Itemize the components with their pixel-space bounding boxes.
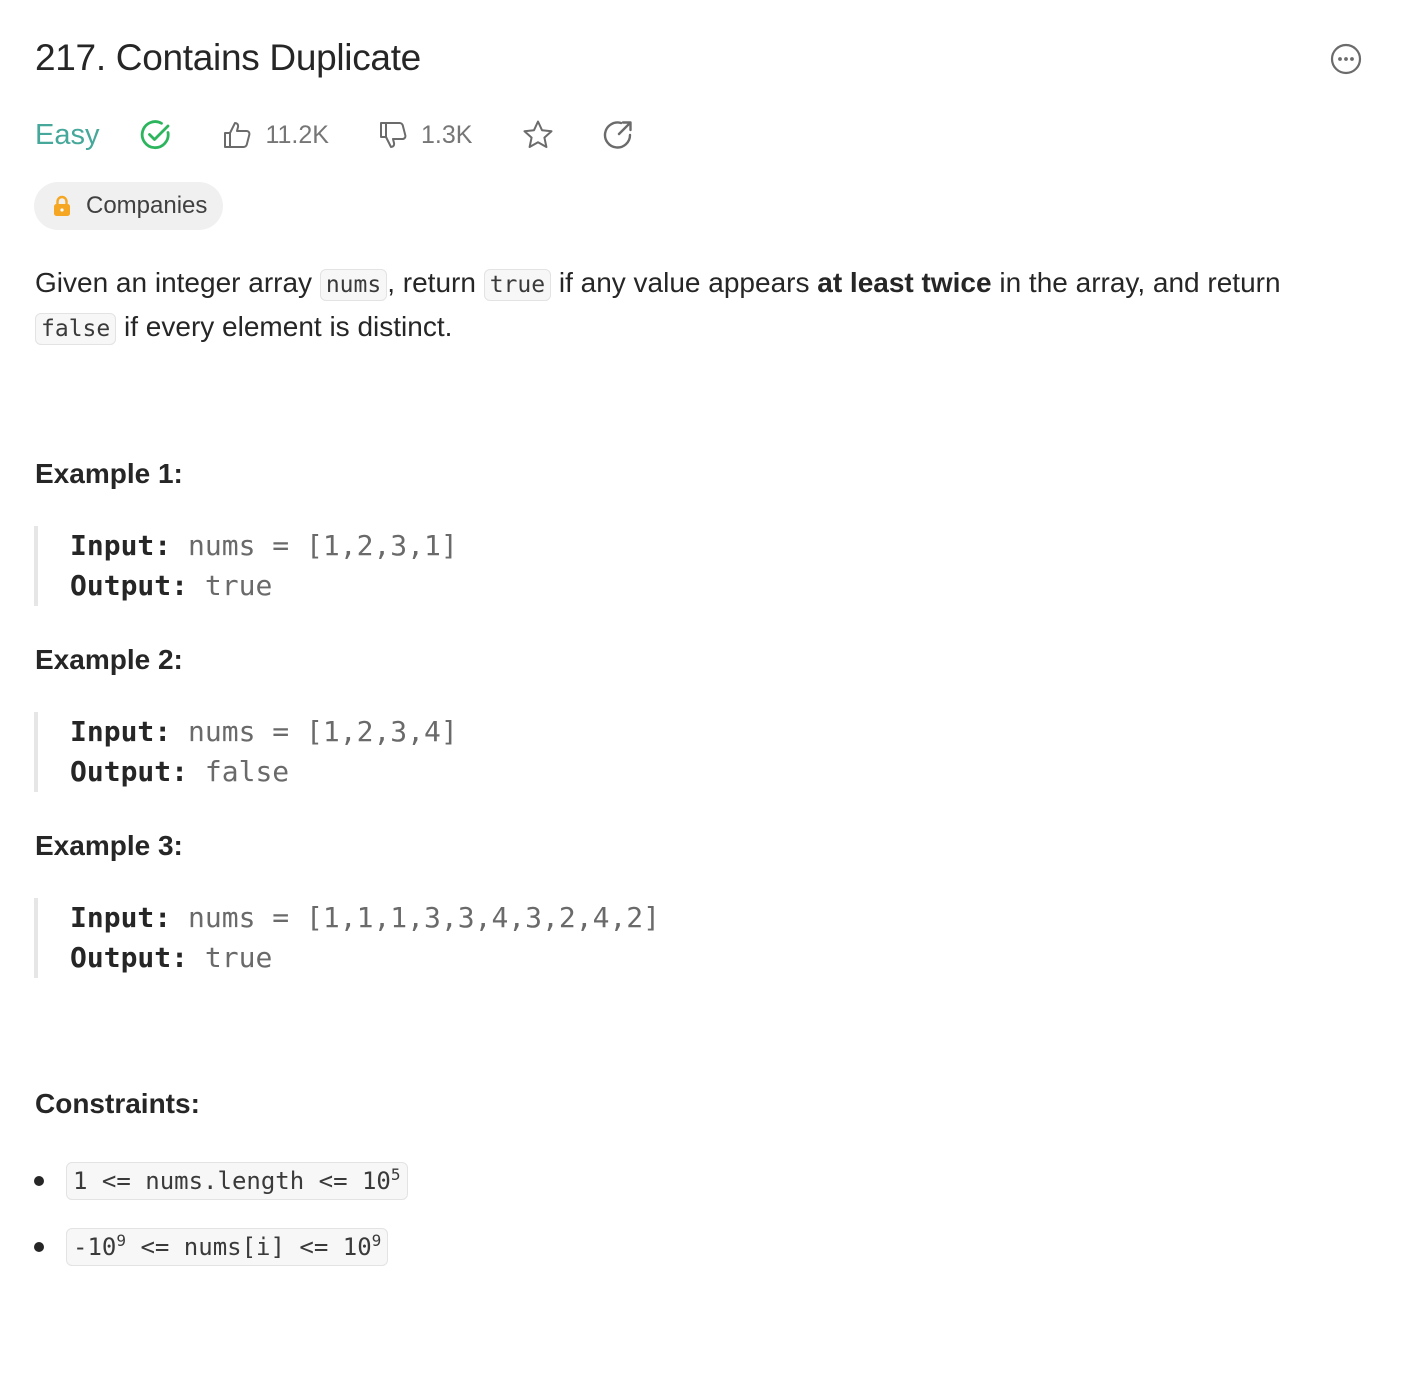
- output-label: Output:: [70, 755, 189, 788]
- constraint-text: <= nums[i] <= 10: [126, 1233, 372, 1261]
- output-value: true: [204, 569, 273, 602]
- solved-indicator: [139, 117, 175, 153]
- constraint-item: -109 <= nums[i] <= 109: [34, 1228, 389, 1266]
- input-value: nums = [1,2,3,1]: [188, 529, 458, 562]
- description-text: , return: [387, 267, 484, 298]
- difficulty-badge: Easy: [35, 118, 100, 151]
- constraint-code: -109 <= nums[i] <= 109: [66, 1228, 389, 1266]
- output-value: true: [204, 941, 273, 974]
- description-text: Given an integer array: [35, 267, 320, 298]
- example-title: Example 3:: [35, 830, 183, 861]
- problem-description: Given an integer array nums, return true…: [35, 262, 1375, 350]
- header: 217. Contains Duplicate: [35, 34, 1375, 82]
- example-title: Example 1:: [35, 458, 183, 489]
- dislike-button[interactable]: 1.3K: [377, 119, 472, 151]
- meta-row: Easy 11.2K 1.3K: [35, 112, 680, 158]
- dislike-count: 1.3K: [420, 120, 473, 149]
- favorite-button[interactable]: [520, 117, 556, 153]
- like-button[interactable]: 11.2K: [221, 119, 329, 151]
- example-title: Example 2:: [35, 644, 183, 675]
- example-block: Input: nums = [1,1,1,3,3,4,3,2,4,2] Outp…: [34, 898, 660, 978]
- example-block: Input: nums = [1,2,3,4] Output: false: [34, 712, 458, 792]
- bullet: [34, 1176, 44, 1186]
- exponent: 9: [116, 1231, 126, 1250]
- input-label: Input:: [70, 901, 172, 934]
- bullet: [34, 1242, 44, 1252]
- description-text: if any value appears: [551, 267, 818, 298]
- lock-icon: [54, 195, 70, 216]
- star-icon: [523, 120, 553, 148]
- share-button[interactable]: [600, 117, 636, 153]
- companies-tag[interactable]: Companies: [34, 182, 224, 230]
- emphasis-text: at least twice: [817, 267, 992, 298]
- inline-code: false: [35, 313, 117, 345]
- input-value: nums = [1,1,1,3,3,4,3,2,4,2]: [188, 901, 661, 934]
- input-value: nums = [1,2,3,4]: [188, 715, 458, 748]
- page-title: 217. Contains Duplicate: [35, 37, 421, 78]
- example-block: Input: nums = [1,2,3,1] Output: true: [34, 526, 458, 606]
- constraint-text: -10: [73, 1233, 117, 1261]
- thumbs-up-icon: [224, 122, 251, 148]
- output-label: Output:: [70, 569, 189, 602]
- like-count: 11.2K: [265, 120, 329, 149]
- description-text: if every element is distinct.: [116, 311, 453, 342]
- constraints-title: Constraints:: [35, 1088, 200, 1119]
- companies-label: Companies: [86, 192, 208, 219]
- description-text: in the array, and return: [991, 267, 1281, 298]
- constraint-text: 1 <= nums.length <= 10: [73, 1167, 391, 1195]
- constraint-item: 1 <= nums.length <= 105: [34, 1162, 408, 1200]
- exponent: 9: [371, 1231, 382, 1250]
- input-label: Input:: [70, 715, 172, 748]
- thumbs-down-icon: [379, 122, 407, 148]
- share-icon: [604, 121, 633, 149]
- constraint-code: 1 <= nums.length <= 105: [66, 1162, 408, 1200]
- inline-code: nums: [319, 269, 388, 301]
- output-value: false: [204, 755, 290, 788]
- more-options-button[interactable]: [1329, 42, 1363, 76]
- solved-check-icon: [141, 120, 171, 150]
- exponent: 5: [390, 1165, 401, 1184]
- input-label: Input:: [70, 529, 172, 562]
- more-icon: [1330, 43, 1362, 75]
- inline-code: true: [483, 269, 552, 301]
- output-label: Output:: [70, 941, 189, 974]
